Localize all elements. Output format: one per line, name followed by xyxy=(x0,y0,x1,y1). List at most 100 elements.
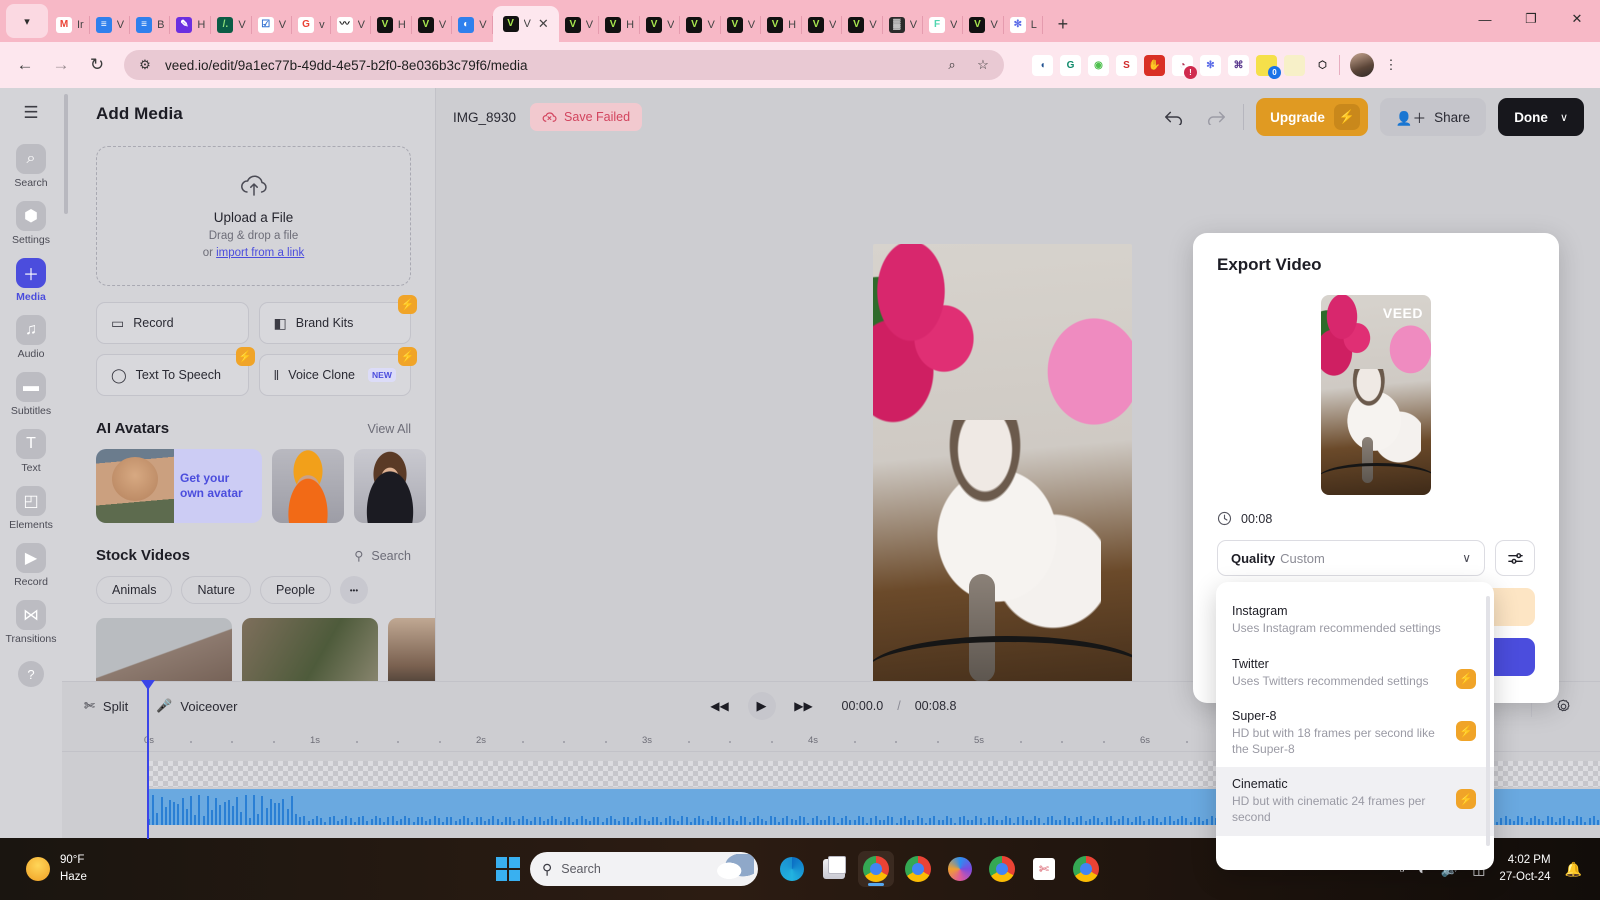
chrome-icon-4[interactable] xyxy=(1068,851,1104,887)
close-tab-icon[interactable]: ✕ xyxy=(538,16,549,32)
grammarly-icon[interactable]: G xyxy=(1060,55,1081,76)
rail-item-help[interactable]: ? xyxy=(0,655,62,693)
profile-avatar[interactable] xyxy=(1350,53,1374,77)
share-button[interactable]: 👤＋ Share xyxy=(1380,98,1486,136)
quality-select[interactable]: Quality Custom ∨ xyxy=(1217,540,1485,576)
upload-dropzone[interactable]: Upload a File Drag & drop a file or impo… xyxy=(96,146,411,286)
notification-ext-icon[interactable]: ◔! xyxy=(1172,55,1193,76)
seo-ext-icon[interactable]: S xyxy=(1116,55,1137,76)
undo-button[interactable] xyxy=(1159,102,1189,132)
browser-tab[interactable]: ▓V xyxy=(883,8,923,42)
browser-tab[interactable]: VV xyxy=(802,8,842,42)
chrome-icon-active[interactable] xyxy=(858,851,894,887)
rail-item-elements[interactable]: ◰Elements xyxy=(0,480,62,537)
browser-tab[interactable]: ✻L xyxy=(1004,8,1043,42)
forward-button[interactable]: → xyxy=(46,50,76,80)
browser-menu-icon[interactable]: ⋮ xyxy=(1380,54,1402,76)
blocker-icon[interactable]: ✋ xyxy=(1144,55,1165,76)
project-name[interactable]: IMG_8930 xyxy=(453,110,516,125)
browser-tab[interactable]: VV xyxy=(680,8,720,42)
browser-tab[interactable]: VV xyxy=(412,8,452,42)
play-button[interactable]: ▶ xyxy=(748,692,776,720)
category-chip-more[interactable]: ••• xyxy=(340,576,368,604)
browser-tab[interactable]: ☑V xyxy=(252,8,292,42)
redo-button[interactable] xyxy=(1201,102,1231,132)
back-button[interactable]: ← xyxy=(10,50,40,80)
upgrade-button[interactable]: Upgrade ⚡ xyxy=(1256,98,1368,136)
taskbar-search[interactable]: ⚲ Search xyxy=(530,852,758,886)
asterisk-ext-icon[interactable]: ✻ xyxy=(1200,55,1221,76)
notes-ext-icon[interactable]: 0 xyxy=(1256,55,1277,76)
browser-tab[interactable]: ◐V xyxy=(452,8,492,42)
ai-avatars-view-all[interactable]: View All xyxy=(367,422,411,436)
avatar-card-worker[interactable] xyxy=(272,449,344,523)
copilot-icon[interactable] xyxy=(942,851,978,887)
browser-tab[interactable]: ≡B xyxy=(130,8,170,42)
chrome-icon-3[interactable] xyxy=(984,851,1020,887)
dropdown-scrollbar[interactable] xyxy=(1486,596,1490,846)
record-button[interactable]: ▭Record xyxy=(96,302,249,344)
rail-item-audio[interactable]: ♫Audio xyxy=(0,309,62,366)
rail-item-transitions[interactable]: ⋈Transitions xyxy=(0,594,62,651)
browser-tab[interactable]: VV xyxy=(842,8,882,42)
get-own-avatar-card[interactable]: Get your own avatar xyxy=(96,449,262,523)
maximize-button[interactable]: ❐ xyxy=(1508,0,1554,38)
browser-tab[interactable]: ✎H xyxy=(170,8,211,42)
rewind-button[interactable]: ◀◀ xyxy=(706,692,734,720)
video-preview[interactable] xyxy=(873,244,1132,706)
rail-item-settings[interactable]: ⬢Settings xyxy=(0,195,62,252)
browser-tab[interactable]: VH xyxy=(761,8,802,42)
browser-tab[interactable]: ≡V xyxy=(90,8,130,42)
file-explorer-icon[interactable] xyxy=(816,851,852,887)
quality-option-super-8[interactable]: Super-8HD but with 18 frames per second … xyxy=(1216,699,1494,767)
panel-scrollbar[interactable] xyxy=(62,88,70,681)
chrome-icon-2[interactable] xyxy=(900,851,936,887)
reload-button[interactable]: ↻ xyxy=(82,50,112,80)
tab-search-button[interactable]: ▾ xyxy=(6,4,48,38)
stock-video-item[interactable] xyxy=(388,618,436,681)
browser-tab[interactable]: VV xyxy=(640,8,680,42)
quality-option-twitter[interactable]: TwitterUses Twitters recommended setting… xyxy=(1216,647,1494,700)
address-bar[interactable]: ⚙ veed.io/edit/9a1ec77b-49dd-4e57-b2f0-8… xyxy=(124,50,1004,80)
sticky-ext-icon[interactable] xyxy=(1284,55,1305,76)
zoom-icon[interactable]: ⌕ xyxy=(941,54,963,76)
stock-search-button[interactable]: ⚲ Search xyxy=(354,548,411,563)
shape-ext-icon[interactable]: ◖ xyxy=(1032,55,1053,76)
snipping-tool-icon[interactable]: ✄ xyxy=(1026,851,1062,887)
browser-tab[interactable]: MIr xyxy=(50,8,90,42)
stock-video-item[interactable] xyxy=(242,618,378,681)
voiceover-button[interactable]: 🎤 Voiceover xyxy=(156,698,237,714)
browser-tab[interactable]: /.V xyxy=(211,8,251,42)
puzzle-icon[interactable]: ⬡ xyxy=(1312,55,1333,76)
quality-option-cinematic[interactable]: CinematicHD but with cinematic 24 frames… xyxy=(1216,767,1494,835)
browser-tab[interactable]: VV xyxy=(721,8,761,42)
voice-clone-button[interactable]: ‖Voice CloneNEW⚡ xyxy=(259,354,412,396)
category-chip-nature[interactable]: Nature xyxy=(181,576,251,604)
browser-tab-active[interactable]: VV✕ xyxy=(493,6,559,42)
minimize-button[interactable]: — xyxy=(1462,0,1508,38)
close-window-button[interactable]: ✕ xyxy=(1554,0,1600,38)
rail-menu-icon[interactable]: ☰ xyxy=(14,98,48,128)
category-chip-people[interactable]: People xyxy=(260,576,331,604)
quality-option-instagram[interactable]: InstagramUses Instagram recommended sett… xyxy=(1216,594,1494,647)
save-status-badge[interactable]: Save Failed xyxy=(530,103,642,131)
browser-tab[interactable]: 〰V xyxy=(331,8,371,42)
edge-icon[interactable] xyxy=(774,851,810,887)
rail-item-subtitles[interactable]: ▬Subtitles xyxy=(0,366,62,423)
browser-tab[interactable]: Gv xyxy=(292,8,331,42)
rail-item-search[interactable]: ⌕Search xyxy=(0,138,62,195)
export-settings-button[interactable] xyxy=(1495,540,1535,576)
stock-video-item[interactable] xyxy=(96,618,232,681)
playhead[interactable] xyxy=(147,682,149,839)
browser-tab[interactable]: VH xyxy=(371,8,412,42)
rail-item-media[interactable]: ＋Media xyxy=(0,252,62,309)
text-to-speech-button[interactable]: ◯Text To Speech⚡ xyxy=(96,354,249,396)
browser-tab[interactable]: VV xyxy=(559,8,599,42)
browser-tab[interactable]: FV xyxy=(923,8,963,42)
done-button[interactable]: Done ∨ xyxy=(1498,98,1584,136)
bookmark-star-icon[interactable]: ☆ xyxy=(972,54,994,76)
camera-ext-icon[interactable]: ⌘ xyxy=(1228,55,1249,76)
browser-tab[interactable]: VH xyxy=(599,8,640,42)
panel-scrollbar-thumb[interactable] xyxy=(64,94,68,214)
brand-kits-button[interactable]: ◧Brand Kits⚡ xyxy=(259,302,412,344)
